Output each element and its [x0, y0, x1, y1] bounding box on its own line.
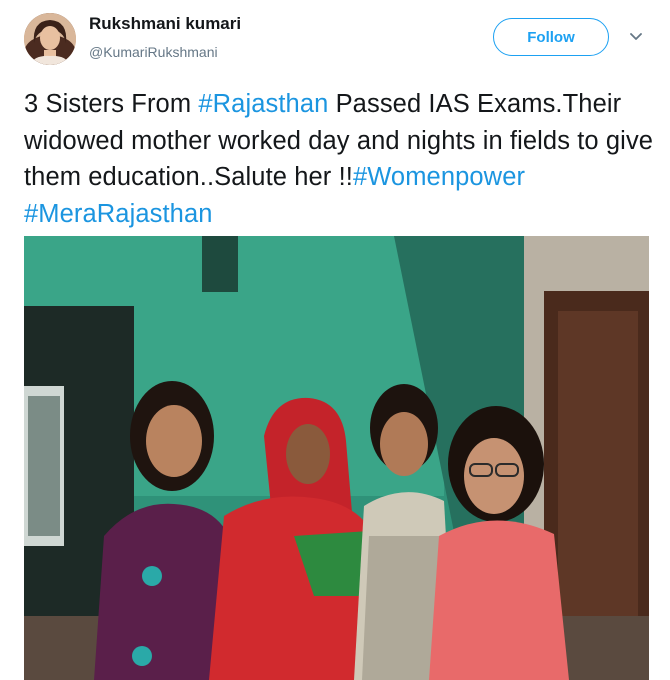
tweet-photo[interactable]: [24, 236, 649, 680]
hashtag-rajasthan[interactable]: #Rajasthan: [198, 90, 328, 118]
hashtag-womenpower[interactable]: #Womenpower: [353, 163, 525, 191]
tweet-text-segment: 3 Sisters From: [24, 90, 199, 118]
avatar[interactable]: [24, 13, 76, 65]
photo-image: [24, 236, 649, 680]
tweet-header: Rukshmani kumari @KumariRukshmani Follow: [0, 0, 670, 80]
chevron-down-icon[interactable]: [628, 28, 644, 44]
user-handle[interactable]: @KumariRukshmani: [89, 44, 218, 60]
user-name[interactable]: Rukshmani kumari: [89, 14, 241, 34]
follow-button[interactable]: Follow: [493, 18, 609, 56]
tweet-text: 3 Sisters From #Rajasthan Passed IAS Exa…: [24, 86, 654, 232]
hashtag-merarajasthan[interactable]: #MeraRajasthan: [24, 200, 213, 228]
avatar-image: [24, 13, 76, 65]
